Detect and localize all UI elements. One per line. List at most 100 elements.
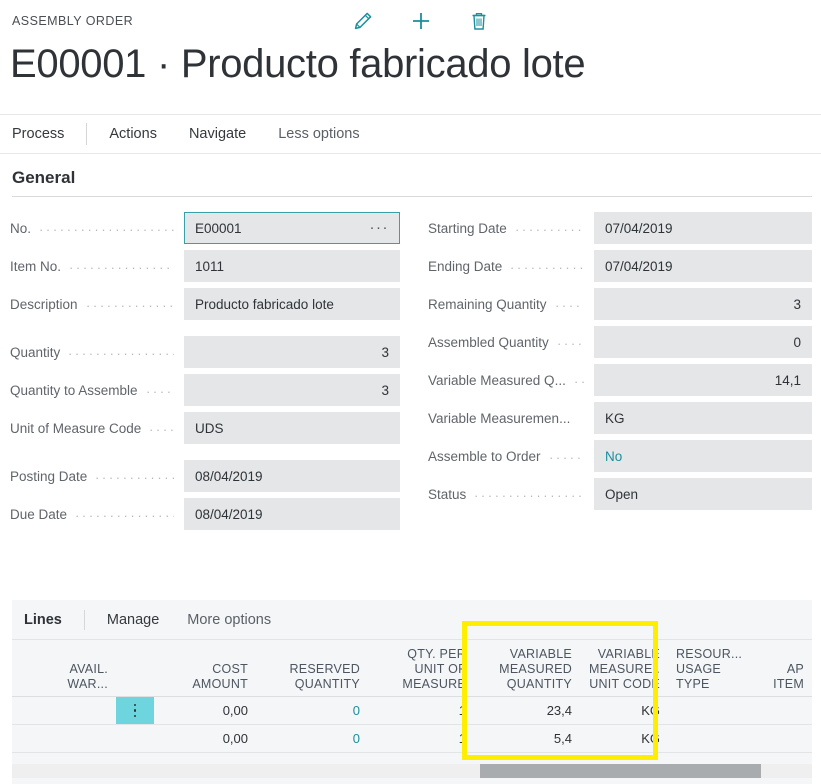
field-input-quantity-to-assemble[interactable]: 3: [184, 374, 400, 406]
cell-vmu[interactable]: KG: [580, 697, 668, 724]
cell-ap[interactable]: [760, 725, 812, 752]
ribbon-navigate[interactable]: Navigate: [189, 126, 246, 142]
trash-icon[interactable]: [466, 8, 492, 34]
column-header-cost[interactable]: COST AMOUNT: [154, 641, 256, 696]
column-header-vmu[interactable]: VARIABLE MEASURE.. UNIT CODE: [580, 641, 668, 696]
field-input-remaining-quantity[interactable]: 3: [594, 288, 812, 320]
cell-vmq[interactable]: 23,4: [474, 697, 580, 724]
column-header-rut[interactable]: RESOUR... USAGE TYPE: [668, 641, 760, 696]
field-row-description: Description ················ Producto fabr…: [10, 288, 400, 326]
field-label-variable-measuremen: Variable Measuremen...: [428, 411, 571, 426]
field-input-ending-date[interactable]: 07/04/2019: [594, 250, 812, 282]
ribbon-less-options[interactable]: Less options: [278, 126, 359, 142]
column-header-line: VARIABLE: [509, 647, 572, 661]
field-input-variable-measured-q[interactable]: 14,1: [594, 364, 812, 396]
horizontal-scrollbar-thumb[interactable]: [480, 764, 761, 778]
column-header-line: QUANTITY: [294, 677, 360, 691]
field-label-starting-date: Starting Date: [428, 221, 507, 236]
column-header-sel[interactable]: [116, 641, 154, 696]
field-value-due-date: 08/04/2019: [195, 506, 263, 522]
field-label-remaining-quantity: Remaining Quantity: [428, 297, 547, 312]
field-value-remaining-quantity: 3: [793, 296, 801, 312]
column-header-ap[interactable]: AP ITEM: [760, 641, 812, 696]
column-header-line: WAR...: [67, 677, 108, 691]
field-row-variable-measuremen: Variable Measuremen... KG: [428, 402, 812, 440]
field-value-description: Producto fabricado lote: [195, 296, 334, 312]
lines-table-header: AVAIL. WAR... COST AMOUNT RESERVED QUANTITY QT…: [12, 641, 812, 697]
cell-rut[interactable]: [668, 697, 760, 724]
cell-resv[interactable]: 0: [256, 725, 368, 752]
field-value-no: E00001: [195, 220, 242, 236]
cell-qpu[interactable]: 1: [368, 697, 474, 724]
cell-qpu[interactable]: 1: [368, 725, 474, 752]
cell-cost[interactable]: 0,00: [154, 725, 256, 752]
field-input-assembled-quantity[interactable]: 0: [594, 326, 812, 358]
field-input-status[interactable]: Open: [594, 478, 812, 510]
field-input-unit-of-measure-code[interactable]: UDS: [184, 412, 400, 444]
field-leader-dots: ······: [555, 302, 584, 310]
field-label-ending-date: Ending Date: [428, 259, 503, 274]
lines-manage-button[interactable]: Manage: [107, 612, 159, 628]
field-input-item-no[interactable]: 1011: [184, 250, 400, 282]
field-input-description[interactable]: Producto fabricado lote: [184, 288, 400, 320]
edit-pencil-icon[interactable]: [350, 8, 376, 34]
field-leader-dots: ·····: [149, 426, 174, 434]
column-header-line: MEASURED: [499, 662, 572, 676]
column-header-line: UNIT CODE: [589, 677, 660, 691]
lines-table-body: 0,00 0 1 23,4 KG 0,00 0 1 5,4 KG: [12, 697, 812, 753]
row-selector-empty[interactable]: [116, 725, 154, 752]
column-header-line: AVAIL.: [69, 662, 108, 676]
cell-vmu[interactable]: KG: [580, 725, 668, 752]
row-selector-cell[interactable]: [116, 725, 154, 752]
field-label-quantity-to-assemble: Quantity to Assemble: [10, 383, 138, 398]
field-input-quantity[interactable]: 3: [184, 336, 400, 368]
row-selector-cell[interactable]: [116, 697, 154, 724]
assist-edit-ellipsis-icon[interactable]: ···: [370, 220, 390, 235]
lines-more-options-button[interactable]: More options: [187, 612, 271, 628]
ribbon-process[interactable]: Process: [12, 126, 64, 142]
horizontal-scrollbar-track[interactable]: [12, 764, 812, 778]
cell-avail[interactable]: [12, 697, 116, 724]
table-row[interactable]: 0,00 0 1 5,4 KG: [12, 725, 812, 753]
field-leader-dots: ·························: [39, 226, 174, 234]
field-input-assemble-to-order[interactable]: No: [594, 440, 812, 472]
cell-cost[interactable]: 0,00: [154, 697, 256, 724]
field-row-starting-date: Starting Date ············· 07/04/2019: [428, 212, 812, 250]
command-bar: [350, 8, 492, 34]
column-header-vmq[interactable]: VARIABLE MEASURED QUANTITY: [474, 641, 580, 696]
field-input-starting-date[interactable]: 07/04/2019: [594, 212, 812, 244]
general-left-column: No.·························E00001···Ite…: [10, 212, 400, 536]
column-header-line: UNIT OF: [414, 662, 466, 676]
row-menu-dots-icon[interactable]: [116, 697, 154, 724]
field-label-description: Description: [10, 297, 78, 312]
ribbon-actions[interactable]: Actions: [109, 126, 157, 142]
column-header-qpu[interactable]: QTY. PER UNIT OF MEASURE: [368, 641, 474, 696]
field-value-starting-date: 07/04/2019: [605, 220, 673, 236]
field-leader-dots: ··················: [75, 512, 174, 520]
column-header-avail[interactable]: AVAIL. WAR...: [12, 641, 116, 696]
field-leader-dots: ·····: [146, 388, 174, 396]
cell-rut[interactable]: [668, 725, 760, 752]
plus-icon[interactable]: [408, 8, 434, 34]
cell-vmq[interactable]: 5,4: [474, 725, 580, 752]
column-header-resv[interactable]: RESERVED QUANTITY: [256, 641, 368, 696]
field-value-status: Open: [605, 486, 639, 502]
table-row[interactable]: 0,00 0 1 23,4 KG: [12, 697, 812, 725]
field-input-due-date[interactable]: 08/04/2019: [184, 498, 400, 530]
cell-ap[interactable]: [760, 697, 812, 724]
field-input-no[interactable]: E00001 ···: [184, 212, 400, 244]
field-input-variable-measuremen[interactable]: KG: [594, 402, 812, 434]
cell-resv[interactable]: 0: [256, 697, 368, 724]
field-row-assemble-to-order: Assemble to Order ······· No: [428, 440, 812, 478]
page-title-separator: ·: [156, 42, 170, 86]
cell-avail[interactable]: [12, 725, 116, 752]
vertical-dots-icon[interactable]: [133, 703, 137, 718]
column-header-line: TYPE: [676, 677, 710, 691]
field-row-status: Status ···················· Open: [428, 478, 812, 516]
field-input-posting-date[interactable]: 08/04/2019: [184, 460, 400, 492]
field-leader-dots: ··: [574, 378, 584, 386]
column-header-line: COST: [212, 662, 248, 676]
field-row-due-date: Due Date ·················· 08/04/2019: [10, 498, 400, 536]
field-label-quantity: Quantity: [10, 345, 61, 360]
lines-toolbar: Lines Manage More options: [12, 600, 812, 640]
